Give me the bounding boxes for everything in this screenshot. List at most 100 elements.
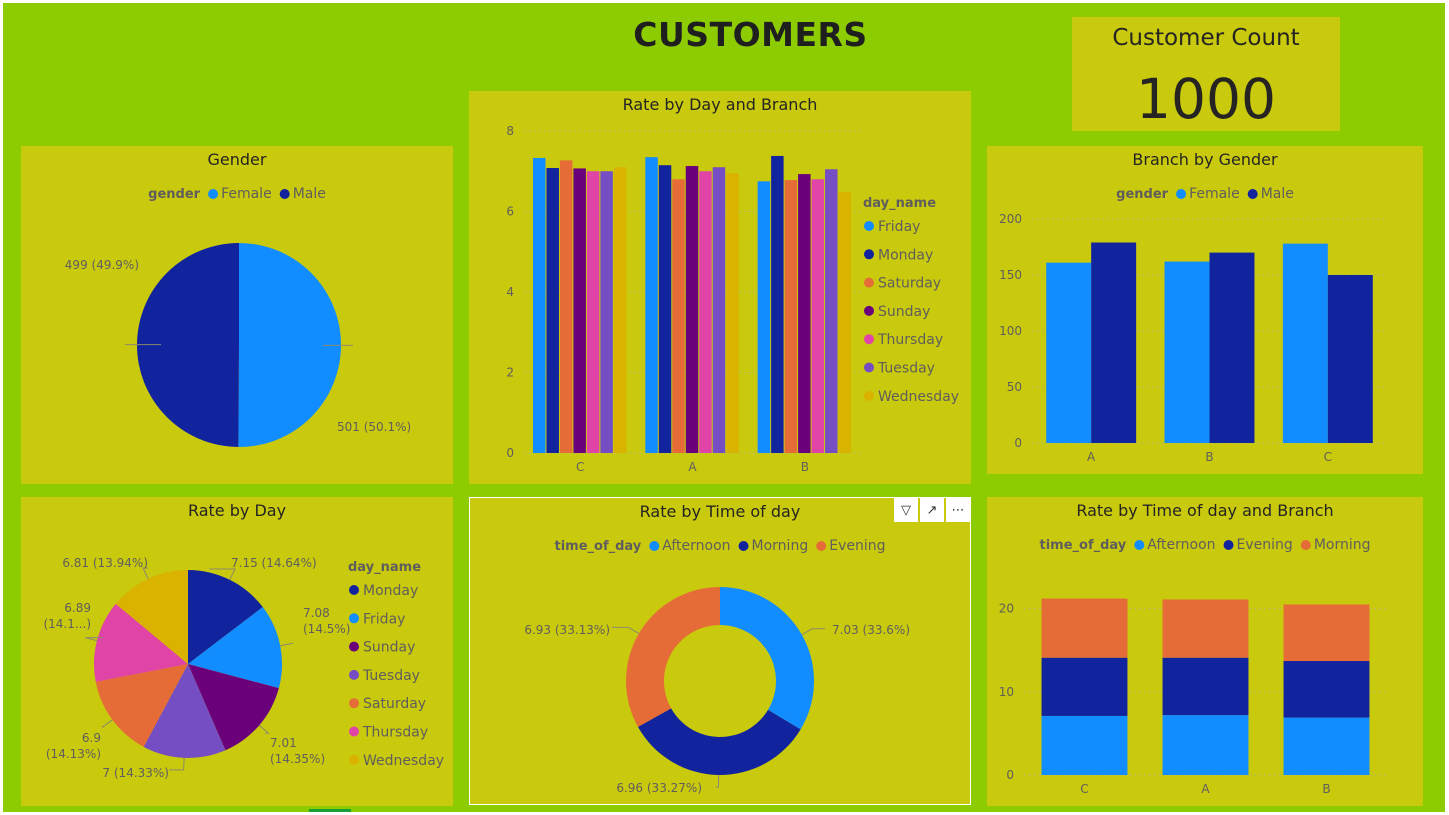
legend-title: time_of_day [555, 539, 642, 554]
y-tick-label: 50 [1007, 380, 1022, 394]
data-label: 6.81 (13.94%) [62, 556, 148, 570]
legend-marker [816, 541, 827, 551]
bar [1162, 599, 1249, 658]
bar [658, 165, 672, 453]
bar [838, 192, 852, 453]
x-tick-label: B [1322, 782, 1330, 796]
legend-marker [349, 754, 359, 765]
legend-item: Tuesday [877, 361, 935, 377]
legend-item: Thursday [362, 725, 428, 741]
legend-marker [208, 189, 219, 199]
legend-marker [864, 277, 874, 288]
legend-item: Evening [1237, 537, 1293, 553]
bar [1327, 275, 1373, 443]
rate-by-time-donut-visual[interactable]: Rate by Time of day ▽ ↗ ⋯ time_of_day Aft… [469, 497, 971, 805]
gender-pie-visual[interactable]: Gender gender Female Male 501 (50.1%) 499 (4… [21, 146, 453, 484]
legend-marker [864, 305, 874, 316]
y-tick-label: 8 [506, 124, 514, 138]
legend-item: Morning [752, 538, 809, 554]
bar [1283, 604, 1370, 662]
data-label: 6.9 [82, 731, 101, 745]
pie-slice [637, 708, 801, 775]
data-label: 7.03 (33.6%) [832, 623, 910, 637]
bar [600, 171, 613, 453]
data-label: 501 (50.1%) [337, 420, 411, 434]
report-canvas: CUSTOMERS Customer Count 1000 Gender gen… [3, 3, 1445, 812]
legend-item: Evening [829, 538, 885, 554]
x-tick-label: A [688, 460, 697, 474]
bar [613, 167, 627, 453]
bar [1209, 252, 1255, 443]
legend: time_of_day Afternoon Evening Morning [1040, 537, 1371, 553]
legend-item: Saturday [878, 276, 941, 292]
bar [645, 157, 658, 453]
bar [1041, 715, 1128, 775]
legend-item: Monday [363, 583, 418, 599]
bar [1041, 657, 1128, 716]
data-label: 7 (14.33%) [102, 766, 169, 780]
leader-line [169, 757, 185, 771]
y-tick-label: 4 [506, 285, 514, 299]
legend-marker [864, 362, 874, 373]
y-tick-label: 150 [999, 268, 1022, 282]
legend-marker [864, 221, 874, 231]
data-label: 7.01 [270, 736, 297, 750]
x-tick-label: C [1324, 450, 1332, 464]
bar [1091, 242, 1137, 443]
leader-line [101, 719, 113, 728]
bar [726, 173, 739, 453]
legend-marker [1300, 540, 1311, 550]
x-tick-label: B [801, 460, 809, 474]
bar [784, 180, 798, 453]
leader-line [258, 724, 270, 734]
legend-title: gender [148, 187, 201, 202]
x-tick-label: B [1205, 450, 1213, 464]
legend-marker [349, 613, 359, 624]
legend-item: Sunday [878, 304, 930, 320]
pie-slice [720, 587, 814, 730]
rate-by-time-branch-visual[interactable]: Rate by Time of day and Branch time_of_d… [987, 497, 1423, 806]
branch-by-gender-visual[interactable]: Branch by Gender gender Female Male 0 50 100 1… [987, 146, 1423, 474]
bar [1046, 262, 1092, 443]
bar [811, 179, 825, 454]
branch-by-gender-chart: gender Female Male 0 50 100 150 200 A B C [999, 186, 1387, 464]
legend-marker [1134, 540, 1145, 550]
bar [1283, 661, 1370, 718]
legend-title: day_name [348, 560, 421, 575]
rate-by-day-pie-chart: 7.15 (14.64%) 7.08 (14.5%) 7.01 (14.35%) 7 (1… [43, 556, 444, 780]
bar [699, 171, 712, 453]
bar [1164, 261, 1210, 443]
legend: gender Female Male [1116, 186, 1294, 202]
bar [532, 157, 546, 453]
x-tick-label: C [576, 460, 584, 474]
x-tick-label: A [1087, 450, 1096, 464]
bar [672, 179, 685, 454]
data-label: (14.1...) [43, 617, 91, 631]
bar [1162, 715, 1249, 775]
legend: time_of_day Afternoon Morning Evening [555, 538, 886, 554]
legend-marker [738, 541, 749, 551]
data-label: 6.93 (33.13%) [524, 623, 610, 637]
pie-slice [626, 587, 720, 727]
data-label: 7.08 [303, 606, 330, 620]
legend-item: Wednesday [363, 753, 444, 769]
rate-by-day-branch-visual[interactable]: Rate by Day and Branch 0 2 4 6 8 C A Bday_name F… [469, 91, 971, 484]
legend-item: Afternoon [1147, 537, 1215, 553]
legend-item: Thursday [877, 332, 943, 348]
y-tick-label: 100 [999, 324, 1022, 338]
bar [573, 168, 586, 453]
bar [586, 171, 600, 453]
rate-by-day-pie-visual[interactable]: Rate by Day 7.15 (14.64%) 7.08 (14.5%) 7.01… [21, 497, 453, 806]
legend-item: Wednesday [878, 389, 959, 405]
legend-marker [349, 698, 359, 709]
legend-title: time_of_day [1040, 538, 1127, 553]
data-label: (14.13%) [46, 747, 101, 761]
data-label: (14.35%) [270, 752, 325, 766]
legend-item: Friday [363, 611, 405, 627]
y-tick-label: 6 [506, 205, 514, 219]
customer-count-card[interactable]: Customer Count 1000 [1072, 17, 1340, 131]
card-value: 1000 [1136, 67, 1276, 131]
data-label: 6.89 [64, 601, 91, 615]
bar [771, 155, 784, 453]
bar [798, 174, 811, 453]
